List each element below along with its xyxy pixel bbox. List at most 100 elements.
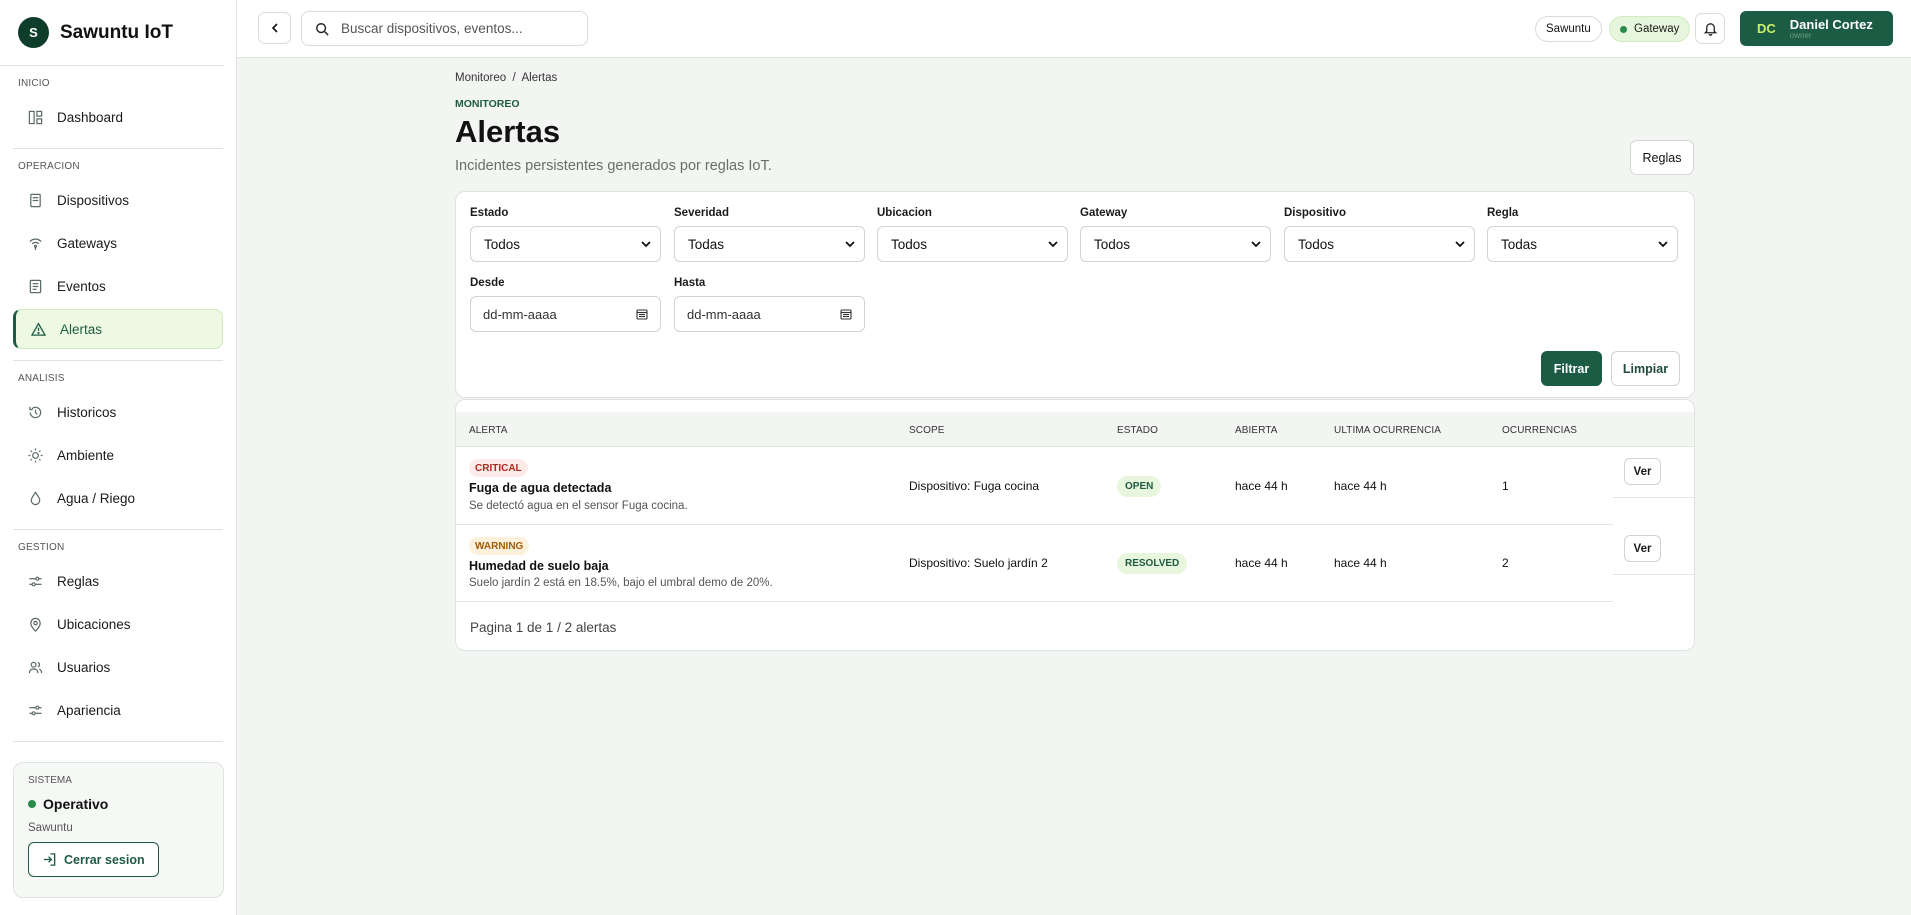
alert-scope: Dispositivo: Fuga cocina xyxy=(909,479,1040,493)
calendar-icon[interactable] xyxy=(840,308,852,320)
filter-button[interactable]: Filtrar xyxy=(1541,351,1602,386)
events-icon xyxy=(27,278,43,294)
breadcrumb[interactable]: Monitoreo / Alertas xyxy=(455,72,557,84)
brand[interactable]: S Sawuntu IoT xyxy=(0,0,224,66)
sidebar: S Sawuntu IoT INICIO Dashboard OPERACION… xyxy=(0,0,237,915)
filter-label: Gateway xyxy=(1080,207,1128,219)
ubicacion-select[interactable]: Todos xyxy=(877,226,1068,262)
chevron-down-icon xyxy=(1658,241,1668,248)
date-placeholder: dd-mm-aaaa xyxy=(687,306,761,322)
filter-hasta: Hasta dd-mm-aaaa xyxy=(674,277,865,332)
chevron-down-icon xyxy=(1048,241,1058,248)
sidebar-item-apariencia[interactable]: Apariencia xyxy=(13,690,223,730)
filter-desde: Desde dd-mm-aaaa xyxy=(470,277,661,332)
sidebar-item-gateways[interactable]: Gateways xyxy=(13,223,223,263)
desde-date-input[interactable]: dd-mm-aaaa xyxy=(470,296,661,332)
users-icon xyxy=(27,659,43,675)
sidebar-item-ambiente[interactable]: Ambiente xyxy=(13,435,223,475)
sidebar-item-label: Alertas xyxy=(60,321,103,337)
sidebar-item-dashboard[interactable]: Dashboard xyxy=(13,97,223,137)
topbar: Sawuntu Gateway DC Daniel Cortez owner xyxy=(237,0,1911,58)
col-header-ocurrencias: OCURRENCIAS xyxy=(1502,425,1577,436)
sidebar-section-analisis: ANALISIS Historicos Ambiente Agua / Rieg… xyxy=(13,361,223,530)
estado-select[interactable]: Todos xyxy=(470,226,661,262)
section-title: ANALISIS xyxy=(18,373,65,384)
page-title: Alertas xyxy=(455,114,561,149)
select-value: Todas xyxy=(688,236,725,252)
user-avatar: DC xyxy=(1757,21,1776,36)
user-info: Daniel Cortez owner xyxy=(1790,18,1873,40)
filter-estado: Estado Todos xyxy=(470,207,661,262)
col-header-abierta: ABIERTA xyxy=(1235,425,1278,436)
search-bar[interactable] xyxy=(301,11,588,46)
gateway-status-dot-icon xyxy=(1620,25,1627,33)
search-input[interactable] xyxy=(341,21,561,36)
select-value: Todos xyxy=(1298,236,1335,252)
filter-severidad: Severidad Todas xyxy=(674,207,865,262)
sidebar-item-label: Reglas xyxy=(57,573,100,589)
system-status: Operativo xyxy=(28,796,209,812)
severidad-select[interactable]: Todas xyxy=(674,226,865,262)
alert-opened: hace 44 h xyxy=(1235,479,1288,493)
select-value: Todos xyxy=(484,236,521,252)
sidebar-item-dispositivos[interactable]: Dispositivos xyxy=(13,180,223,220)
user-name: Daniel Cortez xyxy=(1789,16,1873,32)
status-dot-icon xyxy=(28,800,36,808)
gateway-status-chip[interactable]: Gateway xyxy=(1609,16,1691,42)
sidebar-item-ubicaciones[interactable]: Ubicaciones xyxy=(13,604,223,644)
dashboard-icon xyxy=(27,109,43,125)
alert-title: Fuga de agua detectada xyxy=(469,481,612,495)
view-alert-button[interactable]: Ver xyxy=(1624,458,1661,485)
gateway-select[interactable]: Todos xyxy=(1080,226,1271,262)
user-menu-button[interactable]: DC Daniel Cortez owner xyxy=(1740,11,1893,46)
sidebar-item-label: Ubicaciones xyxy=(57,616,131,632)
pagination-info: Pagina 1 de 1 / 2 alertas xyxy=(470,620,617,635)
severity-badge: WARNING xyxy=(469,537,530,555)
sun-icon xyxy=(27,447,43,463)
system-title: SISTEMA xyxy=(28,775,72,786)
sidebar-item-usuarios[interactable]: Usuarios xyxy=(13,647,223,687)
section-title: OPERACION xyxy=(18,161,80,172)
filter-label: Dispositivo xyxy=(1284,207,1346,219)
sidebar-item-label: Dashboard xyxy=(57,109,124,125)
filter-label: Regla xyxy=(1487,207,1519,219)
org-chip[interactable]: Sawuntu xyxy=(1535,16,1602,42)
table-row[interactable]: CRITICAL Fuga de agua detectada Se detec… xyxy=(456,447,1694,523)
chevron-down-icon xyxy=(641,241,651,248)
sidebar-item-reglas[interactable]: Reglas xyxy=(13,561,223,601)
divider xyxy=(1613,574,1694,575)
filter-dispositivo: Dispositivo Todos xyxy=(1284,207,1475,262)
sidebar-item-alertas[interactable]: Alertas xyxy=(13,309,223,349)
regla-select[interactable]: Todas xyxy=(1487,226,1678,262)
table-row[interactable]: WARNING Humedad de suelo baja Suelo jard… xyxy=(456,525,1694,601)
rules-icon xyxy=(27,573,43,589)
alerts-table: ALERTA SCOPE ESTADO ABIERTA ULTIMA OCURR… xyxy=(455,399,1695,651)
filter-regla: Regla Todas xyxy=(1487,207,1678,262)
sidebar-item-historicos[interactable]: Historicos xyxy=(13,392,223,432)
back-button[interactable] xyxy=(258,12,291,44)
alert-opened: hace 44 h xyxy=(1235,556,1288,570)
filter-ubicacion: Ubicacion Todos xyxy=(877,207,1068,262)
alert-occurrences: 2 xyxy=(1502,556,1509,570)
dispositivo-select[interactable]: Todos xyxy=(1284,226,1475,262)
system-status-label: Operativo xyxy=(43,796,109,812)
col-header-scope: SCOPE xyxy=(909,425,945,436)
table-header: ALERTA SCOPE ESTADO ABIERTA ULTIMA OCURR… xyxy=(456,412,1694,447)
sidebar-item-agua-riego[interactable]: Agua / Riego xyxy=(13,478,223,518)
calendar-icon[interactable] xyxy=(636,308,648,320)
page-subtitle: Incidentes persistentes generados por re… xyxy=(455,158,772,174)
sidebar-item-label: Historicos xyxy=(57,404,117,420)
filter-label: Estado xyxy=(470,207,509,219)
view-alert-button[interactable]: Ver xyxy=(1624,535,1661,562)
notifications-button[interactable] xyxy=(1695,13,1725,44)
rules-button[interactable]: Reglas xyxy=(1630,140,1694,175)
sidebar-item-eventos[interactable]: Eventos xyxy=(13,266,223,306)
hasta-date-input[interactable]: dd-mm-aaaa xyxy=(674,296,865,332)
alert-occurrences: 1 xyxy=(1502,479,1509,493)
select-value: Todos xyxy=(891,236,928,252)
alert-description: Suelo jardín 2 está en 18.5%, bajo el um… xyxy=(469,577,773,589)
filter-label: Hasta xyxy=(674,277,706,289)
filter-gateway: Gateway Todos xyxy=(1080,207,1271,262)
logout-button[interactable]: Cerrar sesion xyxy=(28,842,159,877)
clear-button[interactable]: Limpiar xyxy=(1611,351,1680,386)
